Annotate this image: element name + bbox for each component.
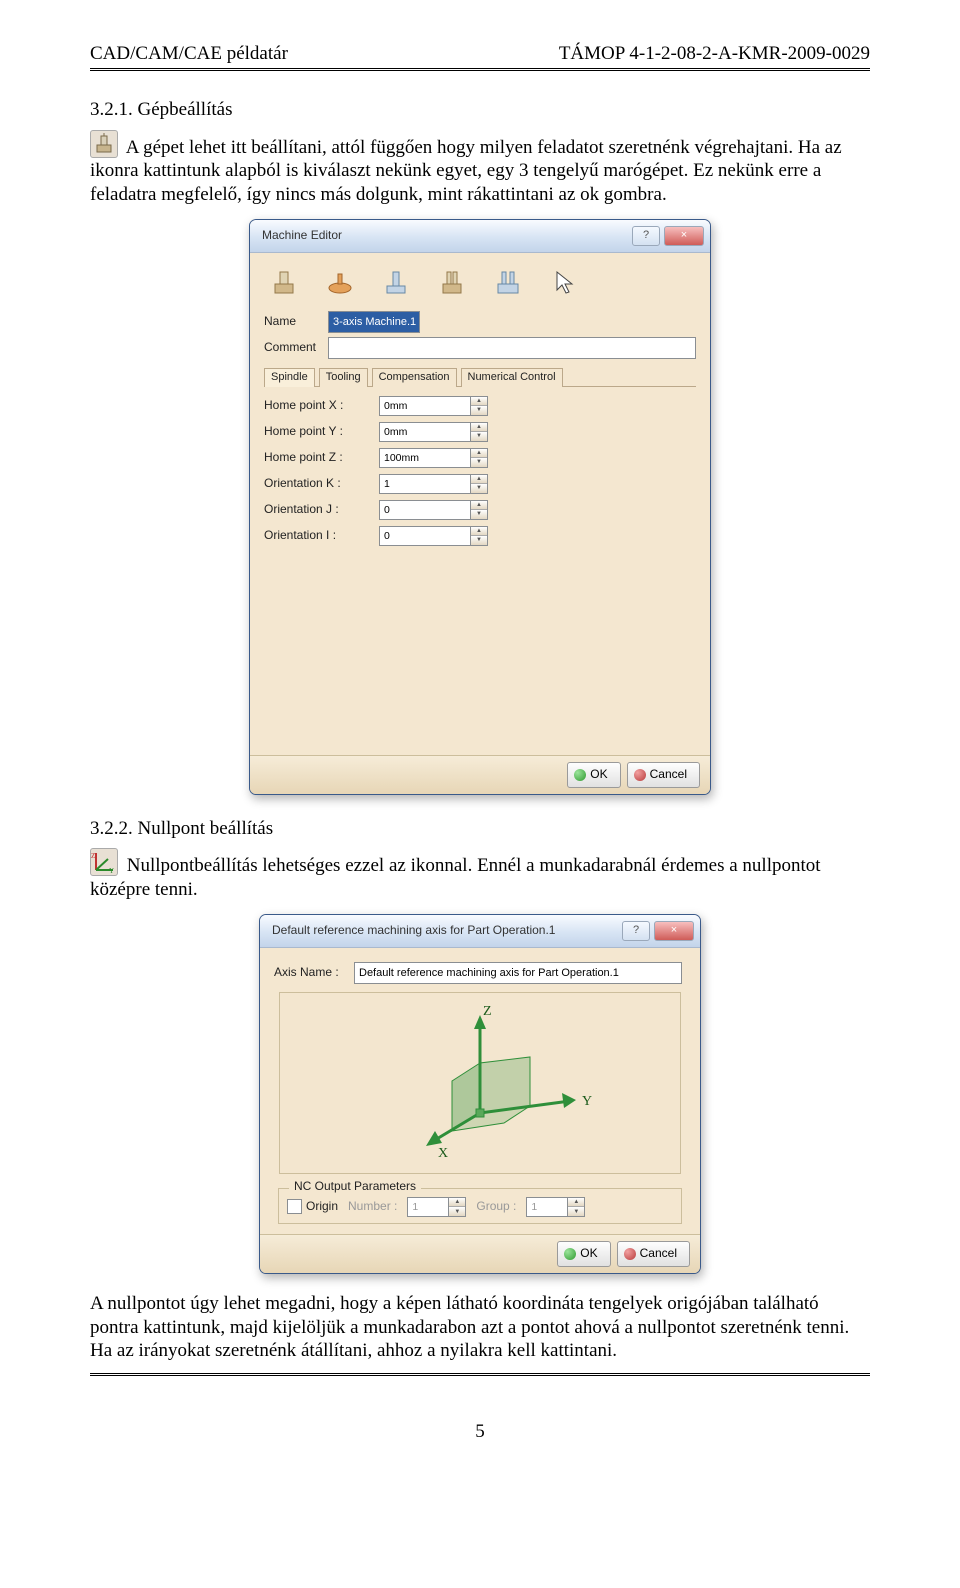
close-button[interactable]: ×: [664, 226, 704, 246]
svg-text:Y: Y: [109, 867, 114, 875]
dialog-title: Machine Editor: [262, 228, 628, 243]
name-input[interactable]: [328, 311, 420, 333]
machine-select-icon[interactable]: [546, 267, 582, 299]
machine-setup-icon: [90, 130, 118, 158]
section-3-2-2-heading: 3.2.2. Nullpont beállítás: [90, 817, 870, 841]
orient-i-spinner[interactable]: ▲▼: [379, 526, 488, 546]
machine-3axis-icon[interactable]: [266, 267, 302, 299]
header-left: CAD/CAM/CAE példatár: [90, 42, 288, 66]
machine-type-toolbar: [264, 265, 696, 309]
help-button[interactable]: ?: [632, 226, 660, 246]
comment-label: Comment: [264, 340, 328, 355]
tab-spindle[interactable]: Spindle: [264, 368, 315, 387]
section-3-2-1-body: A gépet lehet itt beállítani, attól függ…: [90, 130, 870, 207]
dialog-titlebar[interactable]: Default reference machining axis for Par…: [260, 915, 700, 948]
close-button[interactable]: ×: [654, 921, 694, 941]
home-y-label: Home point Y :: [264, 424, 379, 439]
cancel-button[interactable]: Cancel: [627, 762, 700, 788]
machine-mill-icon[interactable]: [378, 267, 414, 299]
dialog-title: Default reference machining axis for Par…: [272, 923, 618, 938]
closing-paragraph: A nullpontot úgy lehet megadni, hogy a k…: [90, 1292, 870, 1363]
home-y-spinner[interactable]: ▲▼: [379, 422, 488, 442]
axis-name-input[interactable]: [354, 962, 682, 984]
ok-button[interactable]: OK: [567, 762, 620, 788]
header-right: TÁMOP 4-1-2-08-2-A-KMR-2009-0029: [559, 42, 870, 66]
home-z-spinner[interactable]: ▲▼: [379, 448, 488, 468]
home-z-label: Home point Z :: [264, 450, 379, 465]
page-header: CAD/CAM/CAE példatár TÁMOP 4-1-2-08-2-A-…: [90, 42, 870, 69]
section-3-2-2-body: Z Y Nullpontbeállítás lehetséges ezzel a…: [90, 848, 870, 902]
axis-name-label: Axis Name :: [274, 965, 354, 980]
dialog-titlebar[interactable]: Machine Editor ? ×: [250, 220, 710, 253]
orient-k-spinner[interactable]: ▲▼: [379, 474, 488, 494]
tab-compensation[interactable]: Compensation: [372, 368, 457, 387]
machine-5axis-icon[interactable]: [490, 267, 526, 299]
group-label: Group :: [476, 1199, 516, 1214]
cancel-button[interactable]: Cancel: [617, 1241, 690, 1267]
number-spinner: ▲▼: [407, 1197, 466, 1217]
origin-checkbox: [287, 1199, 302, 1214]
machine-editor-dialog: Machine Editor ? ×: [249, 219, 711, 795]
origin-option[interactable]: Origin: [287, 1199, 338, 1214]
machine-lathe-icon[interactable]: [322, 267, 358, 299]
help-button[interactable]: ?: [622, 921, 650, 941]
orient-j-label: Orientation J :: [264, 502, 379, 517]
page-number: 5: [0, 1420, 960, 1444]
axis-setup-icon: Z Y: [90, 848, 118, 876]
orient-k-label: Orientation K :: [264, 476, 379, 491]
orient-j-spinner[interactable]: ▲▼: [379, 500, 488, 520]
nc-output-group: NC Output Parameters Origin Number : ▲▼ …: [278, 1188, 682, 1224]
section-3-2-1-heading: 3.2.1. Gépbeállítás: [90, 98, 870, 122]
home-x-label: Home point X :: [264, 398, 379, 413]
comment-input[interactable]: [328, 337, 696, 359]
y-axis-label: Y: [582, 1094, 592, 1109]
group-spinner: ▲▼: [526, 1197, 585, 1217]
spin-down-icon[interactable]: ▼: [471, 406, 487, 415]
axis-dialog: Default reference machining axis for Par…: [259, 914, 701, 1274]
nc-output-legend: NC Output Parameters: [289, 1179, 421, 1194]
z-axis-label: Z: [483, 1004, 492, 1019]
home-x-spinner[interactable]: ▲▼: [379, 396, 488, 416]
number-label: Number :: [348, 1199, 397, 1214]
svg-text:Z: Z: [91, 852, 95, 860]
name-label: Name: [264, 314, 328, 329]
machine-4axis-icon[interactable]: [434, 267, 470, 299]
axis-preview[interactable]: Z Y X: [279, 992, 681, 1174]
orient-i-label: Orientation I :: [264, 528, 379, 543]
ok-button[interactable]: OK: [557, 1241, 610, 1267]
x-axis-label: X: [438, 1146, 448, 1161]
tab-tooling[interactable]: Tooling: [319, 368, 368, 387]
origin-point: [476, 1109, 484, 1117]
spin-up-icon[interactable]: ▲: [471, 397, 487, 407]
tab-numerical-control[interactable]: Numerical Control: [461, 368, 563, 387]
